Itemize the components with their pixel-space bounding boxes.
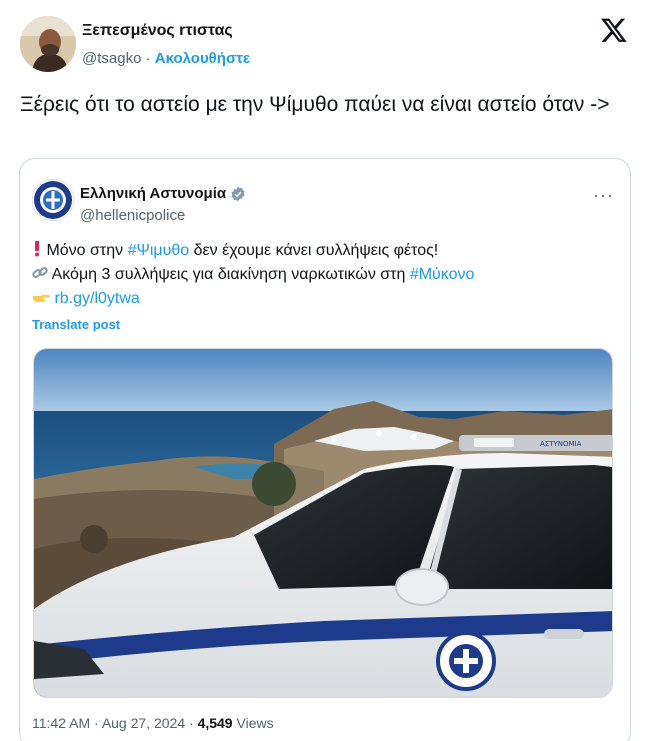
author-handle[interactable]: @tsagko: [82, 50, 141, 67]
post-link[interactable]: rb.gy/l0ytwa: [54, 290, 139, 307]
verified-badge-icon: [231, 186, 245, 201]
tweet-text: Ξέρεις ότι το αστείο με την Ψίμυθο παύει…: [20, 93, 610, 116]
translate-post-link[interactable]: Translate post: [32, 317, 120, 332]
quoted-author-name-row[interactable]: Ελληνική Αστυνομία: [80, 185, 246, 202]
link-icon: [32, 267, 48, 278]
hashtag-mykonos[interactable]: #Μύκονο: [410, 266, 475, 283]
quoted-line-3: rb.gy/l0ytwa: [32, 287, 622, 311]
exclamation-icon: [35, 241, 39, 257]
author-display-name[interactable]: Ξεπεσμένος rτιστας: [82, 22, 233, 40]
post-image[interactable]: ΑΣΤΥΝΟΜΙΑ: [33, 348, 613, 698]
post-time[interactable]: 11:42 AM: [32, 715, 90, 731]
hashtag-psimythos[interactable]: #Ψιμυθο: [128, 242, 190, 259]
views-count: 4,549: [197, 715, 233, 731]
quoted-post-card[interactable]: Ελληνική Αστυνομία @hellenicpolice ··· Μ…: [19, 158, 631, 741]
more-options-icon[interactable]: ···: [593, 185, 614, 206]
author-handle-line: @tsagko · Ακολουθήστε: [82, 50, 250, 67]
quoted-author-name: Ελληνική Αστυνομία: [80, 185, 227, 202]
quoted-line-2: Ακόμη 3 συλλήψεις για διακίνηση ναρκωτικ…: [32, 263, 622, 287]
quoted-post-text: Μόνο στην #Ψιμυθο δεν έχουμε κάνει συλλή…: [32, 239, 622, 311]
quoted-line-1: Μόνο στην #Ψιμυθο δεν έχουμε κάνει συλλή…: [32, 239, 622, 263]
roof-text: ΑΣΤΥΝΟΜΙΑ: [540, 440, 582, 448]
separator-dot: ·: [145, 50, 151, 67]
views-label: Views: [236, 715, 274, 731]
tweet-embed: Ξεπεσμένος rτιστας @tsagko · Ακολουθήστε…: [0, 0, 650, 741]
hellenic-police-avatar[interactable]: [32, 179, 74, 221]
quoted-author-handle[interactable]: @hellenicpolice: [80, 207, 185, 224]
follow-button[interactable]: Ακολουθήστε: [155, 50, 250, 67]
pointing-hand-icon: [33, 295, 50, 302]
x-logo-icon[interactable]: [600, 16, 628, 44]
post-meta: 11:42 AM · Aug 27, 2024 · 4,549 Views: [32, 715, 274, 731]
post-date[interactable]: Aug 27, 2024: [102, 715, 185, 731]
author-avatar[interactable]: [20, 16, 76, 72]
